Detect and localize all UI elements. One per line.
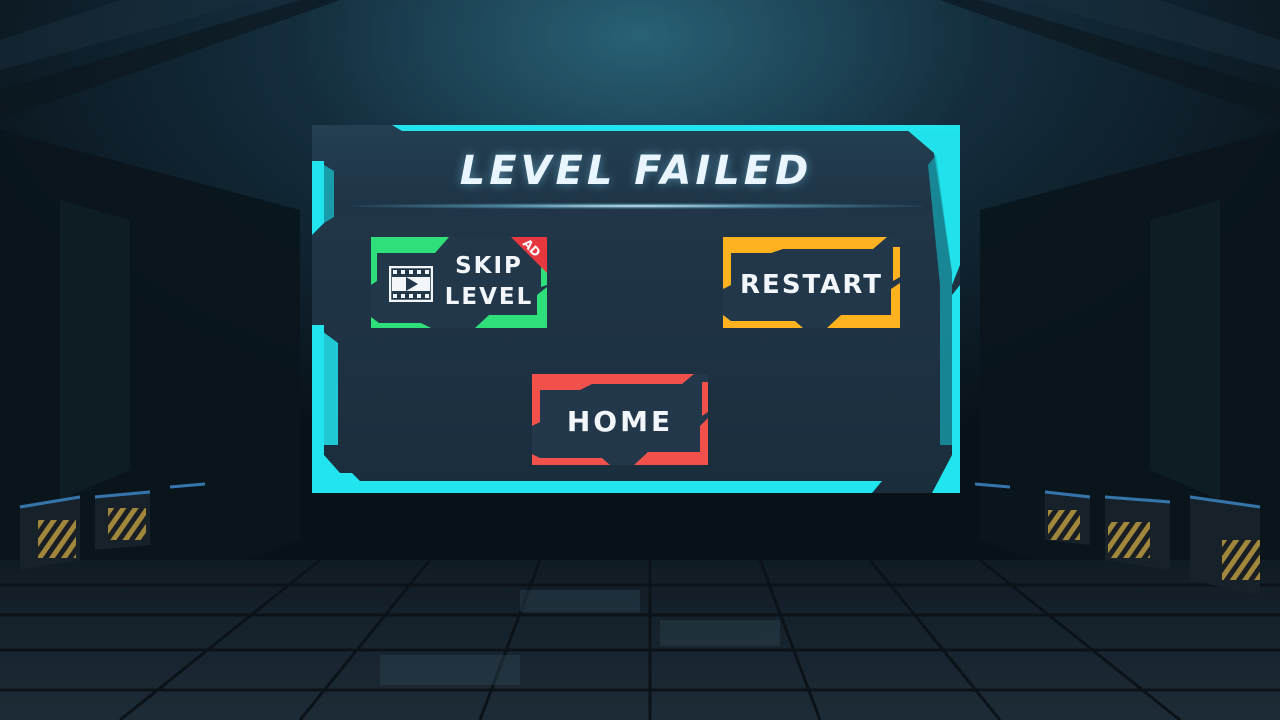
home-button[interactable]: HOME — [532, 374, 708, 465]
restart-label: RESTART — [740, 270, 883, 300]
game-scene: LEVEL FAILED AD SKIP LEVEL RESTART HOME — [0, 0, 1280, 720]
video-icon — [389, 266, 433, 302]
home-label: HOME — [566, 405, 674, 438]
skip-level-line2: LEVEL — [444, 284, 534, 310]
skip-level-label: SKIP LEVEL — [439, 251, 539, 313]
title-divider-glow — [352, 203, 922, 209]
skip-level-button[interactable]: AD SKIP LEVEL — [371, 236, 547, 328]
restart-button[interactable]: RESTART — [723, 237, 900, 328]
skip-level-line1: SKIP — [455, 253, 523, 279]
dialog-title: LEVEL FAILED — [459, 148, 813, 194]
